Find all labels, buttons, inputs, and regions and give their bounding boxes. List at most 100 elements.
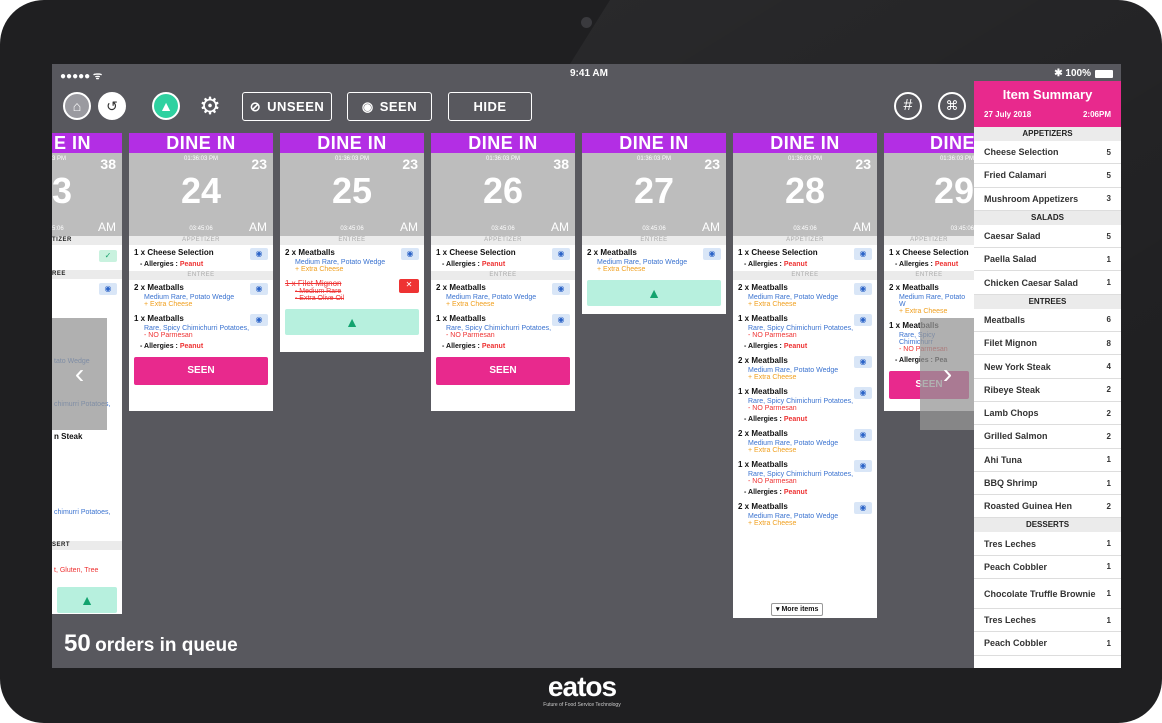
eye-icon[interactable]: ◉ bbox=[552, 314, 570, 326]
summary-item[interactable]: Mushroom Appetizers 3 bbox=[974, 188, 1121, 211]
scroll-right-button[interactable]: › bbox=[920, 318, 975, 430]
eye-icon[interactable]: ◉ bbox=[854, 314, 872, 326]
eye-icon[interactable]: ◉ bbox=[250, 314, 268, 326]
order-item[interactable]: 2 x Meatballs Medium Rare, Potato Wedge + … bbox=[582, 245, 726, 276]
summary-item-count: 5 bbox=[1106, 170, 1111, 180]
summary-item[interactable]: Filet Mignon 8 bbox=[974, 332, 1121, 356]
allergy-note: - Allergies : Peanut bbox=[134, 343, 268, 350]
eye-icon: ◉ bbox=[361, 98, 374, 114]
eye-icon[interactable]: ◉ bbox=[250, 283, 268, 295]
bell-button[interactable]: ▲ bbox=[152, 92, 180, 120]
summary-item[interactable]: Tres Leches 1 bbox=[974, 609, 1121, 633]
seen-button[interactable]: ◉ SEEN bbox=[347, 92, 432, 121]
summary-item[interactable]: Caesar Salad 5 bbox=[974, 225, 1121, 249]
order-item[interactable]: 1 x Meatballs Rare, Spicy Chimichurri Pot… bbox=[431, 311, 575, 353]
order-item[interactable]: 2 x Meatballs Medium Rare, Potato Wedge + … bbox=[733, 353, 877, 384]
eye-icon[interactable]: ◉ bbox=[854, 283, 872, 295]
summary-item[interactable]: Paella Salad 1 bbox=[974, 248, 1121, 272]
order-number: 3 bbox=[52, 170, 73, 211]
summary-item[interactable]: Chocolate Truffle Brownie 1 bbox=[974, 579, 1121, 610]
mark-seen-button[interactable]: SEEN bbox=[436, 357, 570, 385]
eye-icon[interactable]: ◉ bbox=[703, 248, 721, 260]
scroll-left-button[interactable]: ‹ bbox=[52, 318, 107, 430]
eye-icon[interactable]: ◉ bbox=[401, 248, 419, 260]
unseen-button[interactable]: ⊘ UNSEEN bbox=[242, 92, 332, 121]
order-item[interactable]: 2 x Meatballs Medium Rare, Potato Wedge + … bbox=[733, 499, 877, 530]
eye-icon[interactable]: ◉ bbox=[250, 248, 268, 260]
more-items-button[interactable]: ▾ More items bbox=[771, 603, 824, 616]
summary-item[interactable]: Peach Cobbler 1 bbox=[974, 632, 1121, 656]
summary-item-name: Grilled Salmon bbox=[984, 431, 1048, 442]
summary-item[interactable]: New York Steak 4 bbox=[974, 355, 1121, 379]
order-card-27[interactable]: DINE IN 01:36:03 PM 23 27 03:45:06 AM EN… bbox=[582, 133, 726, 314]
order-item[interactable]: 1 x Meatballs Rare, Spicy Chimichurri Pot… bbox=[733, 384, 877, 426]
hide-button[interactable]: HIDE bbox=[448, 92, 532, 121]
summary-item[interactable]: Roasted Guinea Hen 2 bbox=[974, 495, 1121, 519]
history-icon: ↺ bbox=[106, 97, 118, 114]
order-item[interactable]: 1 x Cheese Selection - Allergies : Peanut… bbox=[129, 245, 273, 271]
item-name: 1 x Meatballs bbox=[738, 387, 788, 396]
order-item[interactable]: 2 x Meatballs Medium Rare, Potato Wedge + … bbox=[733, 426, 877, 457]
summary-item[interactable]: Chicken Caesar Salad 1 bbox=[974, 271, 1121, 295]
item-modifier: Medium Rare, Potato Wedge bbox=[446, 294, 537, 301]
allergy-label: - Allergies : bbox=[895, 261, 935, 268]
close-icon[interactable]: ✕ bbox=[399, 279, 419, 293]
eye-icon[interactable]: ◉ bbox=[99, 283, 117, 295]
mark-seen-button[interactable]: SEEN bbox=[134, 357, 268, 385]
summary-item[interactable]: Fried Calamari 5 bbox=[974, 164, 1121, 188]
settings-button[interactable]: ⚙ bbox=[196, 92, 224, 120]
eye-icon[interactable]: ◉ bbox=[854, 356, 872, 368]
order-item[interactable]: 1 x Cheese Selection - Allergies : Peanut bbox=[884, 245, 974, 271]
order-item[interactable]: 1 x Meatballs Rare, Spicy Chimichurri Pot… bbox=[733, 311, 877, 353]
eye-icon[interactable]: ◉ bbox=[854, 248, 872, 260]
collapse-button[interactable]: ⌘ bbox=[938, 92, 966, 120]
eye-icon[interactable]: ◉ bbox=[552, 283, 570, 295]
order-card-24[interactable]: DINE IN 01:36:03 PM 23 24 03:45:06 AM AP… bbox=[129, 133, 273, 411]
order-item[interactable]: 2 x Meatballs Medium Rare, Potato Wedge + … bbox=[733, 280, 877, 311]
allergy-note: - Allergies : Peanut bbox=[738, 261, 872, 268]
order-item[interactable]: 1 x Meatballs Rare, Spicy Chimichurri Pot… bbox=[733, 457, 877, 499]
order-card-25[interactable]: DINE IN 01:36:03 PM 23 25 03:45:06 AM EN… bbox=[280, 133, 424, 352]
summary-item[interactable]: Peach Cobbler 1 bbox=[974, 556, 1121, 580]
order-item[interactable]: 2 x Meatballs Medium Rare, Potato Wedge + … bbox=[431, 280, 575, 311]
history-button[interactable]: ↺ bbox=[98, 92, 126, 120]
item-modifier: t, Gluten, Tree bbox=[54, 567, 99, 574]
summary-item[interactable]: Cheese Selection 5 bbox=[974, 141, 1121, 165]
order-item[interactable]: 2 x Meatballs Medium Rare, Potato Wedge + … bbox=[280, 245, 424, 276]
allergy-value: Peanut bbox=[783, 416, 808, 423]
summary-item-count: 1 bbox=[1106, 638, 1111, 648]
bell-button[interactable]: ▲ bbox=[285, 309, 419, 335]
order-item[interactable]: 1 x Cheese Selection - Allergies : Peanut… bbox=[733, 245, 877, 271]
summary-item[interactable]: BBQ Shrimp 1 bbox=[974, 472, 1121, 496]
order-card-28[interactable]: DINE IN 01:36:03 PM 23 28 03:45:06 AM AP… bbox=[733, 133, 877, 618]
summary-item[interactable]: Meatballs 6 bbox=[974, 309, 1121, 333]
item-name: 1 x Meatballs bbox=[134, 314, 184, 323]
order-card-26[interactable]: DINE IN 01:36:03 PM 38 26 03:45:06 AM AP… bbox=[431, 133, 575, 411]
eye-icon[interactable]: ◉ bbox=[854, 460, 872, 472]
order-item-voided[interactable]: 1 x Filet Mignon - Medium Rare - Extra Ol… bbox=[280, 276, 424, 305]
summary-item[interactable]: Ahi Tuna 1 bbox=[974, 449, 1121, 472]
summary-item-name: Mushroom Appetizers bbox=[984, 193, 1079, 204]
order-item[interactable]: 2 x Meatballs Medium Rare, Potato Wedge + … bbox=[129, 280, 273, 311]
order-item[interactable]: 1 x Cheese Selection - Allergies : Peanut… bbox=[431, 245, 575, 271]
summary-item[interactable]: Grilled Salmon 2 bbox=[974, 425, 1121, 449]
eye-icon[interactable]: ◉ bbox=[854, 502, 872, 514]
bell-button[interactable]: ▲ bbox=[587, 280, 721, 306]
order-item: t, Gluten, Tree bbox=[52, 564, 122, 577]
summary-item[interactable]: Tres Leches 1 bbox=[974, 532, 1121, 556]
order-item[interactable]: 2 x Meatballs Medium Rare, Potato W + Extr… bbox=[884, 280, 974, 318]
order-item[interactable]: 1 x Meatballs Rare, Spicy Chimichurri Pot… bbox=[129, 311, 273, 353]
check-icon[interactable]: ✓ bbox=[99, 250, 117, 262]
eye-icon[interactable]: ◉ bbox=[854, 387, 872, 399]
home-button[interactable]: ⌂ bbox=[63, 92, 91, 120]
allergy-note: - Allergies : Peanut bbox=[436, 343, 570, 350]
summary-item-count: 2 bbox=[1106, 408, 1111, 418]
summary-item[interactable]: Lamb Chops 2 bbox=[974, 402, 1121, 426]
numbers-button[interactable]: # bbox=[894, 92, 922, 120]
section-appetizer: APPETIZER bbox=[884, 236, 974, 245]
eye-icon[interactable]: ◉ bbox=[552, 248, 570, 260]
eye-icon[interactable]: ◉ bbox=[854, 429, 872, 441]
summary-item[interactable]: Ribeye Steak 2 bbox=[974, 379, 1121, 402]
allergy-note: - Allergies : Peanut bbox=[738, 343, 872, 350]
bell-button[interactable]: ▲ bbox=[57, 587, 117, 613]
